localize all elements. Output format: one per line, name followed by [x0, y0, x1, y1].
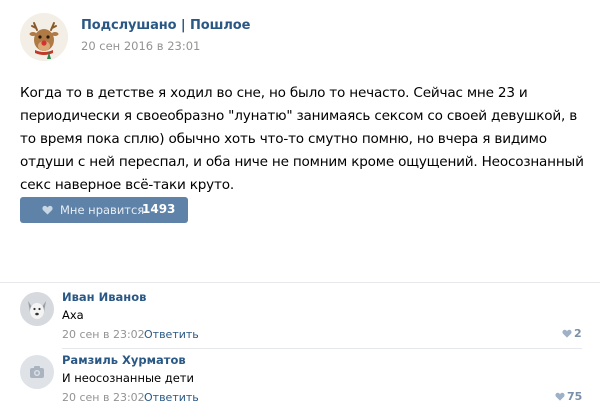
comment-like-button[interactable]: 2 — [562, 327, 582, 341]
comment-item: Иван Иванов Аха 20 сен в 23:02 Ответить … — [0, 287, 600, 349]
reply-link[interactable]: Ответить — [144, 391, 199, 404]
heart-icon — [562, 329, 572, 338]
dog-avatar-icon[interactable] — [20, 292, 54, 326]
post-card: Подслушано | Пошлое 20 сен 2016 в 23:01 … — [0, 0, 600, 282]
camera-placeholder-icon[interactable] — [20, 355, 54, 389]
comment-text: Аха — [62, 308, 84, 322]
reindeer-avatar-icon[interactable] — [20, 13, 68, 61]
like-count: 1493 — [142, 202, 176, 216]
like-label: Мне нравится — [60, 203, 145, 217]
heart-icon — [42, 205, 53, 215]
comment-like-button[interactable]: 75 — [555, 390, 582, 404]
comment-author-link[interactable]: Иван Иванов — [62, 290, 146, 304]
post-author-link[interactable]: Подслушано | Пошлое — [81, 18, 250, 33]
comment-divider — [62, 348, 582, 349]
comment-author-link[interactable]: Рамзиль Хурматов — [62, 353, 186, 367]
comment-like-count: 2 — [574, 327, 582, 340]
comment-text: И неосознанные дети — [62, 371, 194, 385]
post-text: Когда то в детстве я ходил во сне, но бы… — [20, 85, 584, 193]
heart-icon — [555, 392, 565, 401]
like-button[interactable]: Мне нравится 1493 — [20, 197, 188, 223]
reply-link[interactable]: Ответить — [144, 328, 199, 341]
comment-like-count: 75 — [567, 390, 583, 403]
comment-date[interactable]: 20 сен в 23:02 — [62, 391, 145, 404]
comment-item: Рамзиль Хурматов И неосознанные дети 20 … — [0, 350, 600, 412]
section-divider — [0, 282, 600, 283]
post-date[interactable]: 20 сен 2016 в 23:01 — [81, 39, 200, 53]
comment-date[interactable]: 20 сен в 23:02 — [62, 328, 145, 341]
